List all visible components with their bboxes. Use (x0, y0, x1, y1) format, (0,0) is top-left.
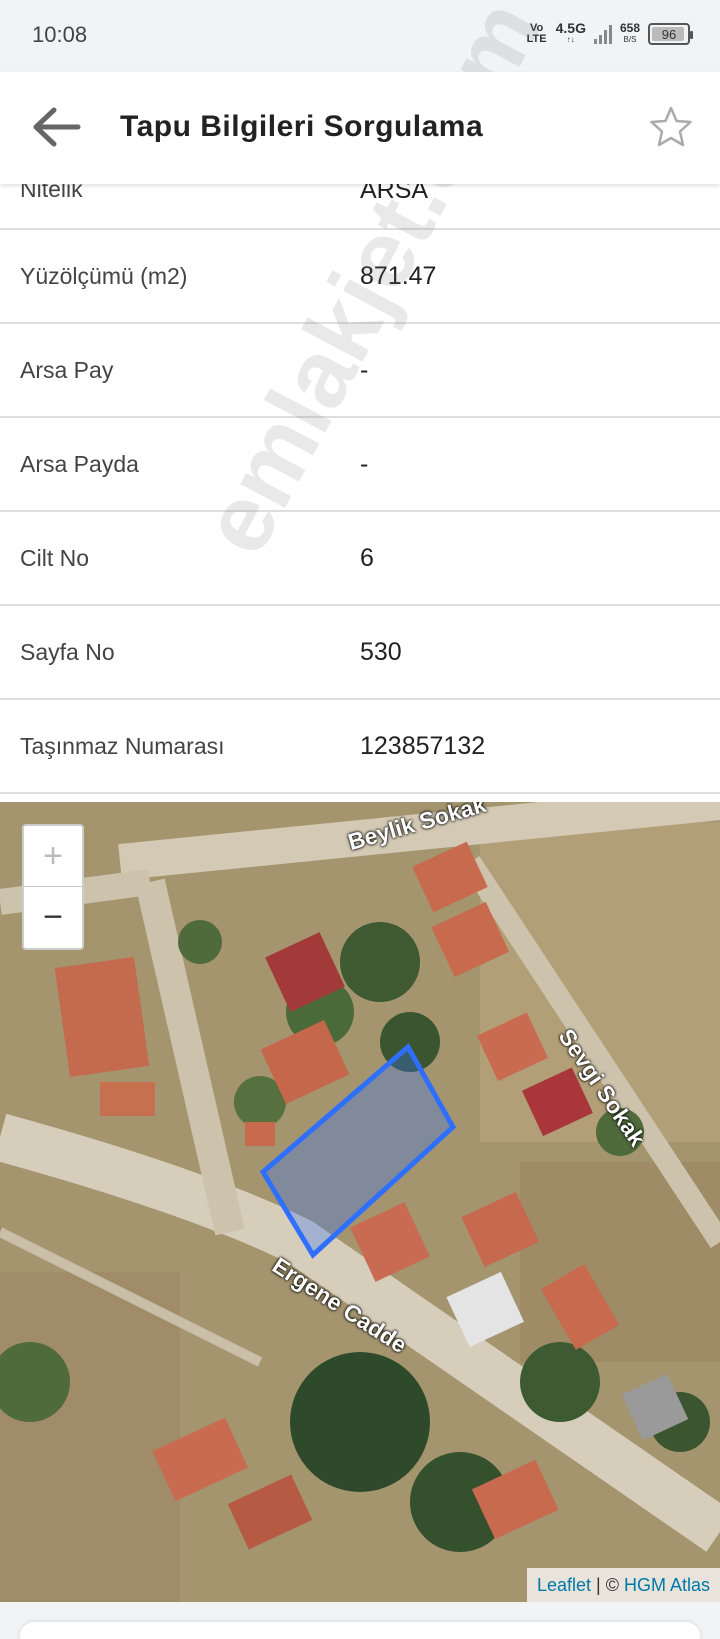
table-row: Cilt No 6 (0, 512, 720, 606)
signal-icon (593, 24, 612, 44)
table-row: Arsa Payda - (0, 418, 720, 512)
zoom-in-button[interactable]: + (24, 826, 82, 887)
zoom-out-button[interactable]: − (24, 887, 82, 948)
zoom-control: + − (22, 824, 84, 950)
row-value: 871.47 (360, 262, 437, 290)
app-bar: Tapu Bilgileri Sorgulama (0, 72, 720, 184)
property-info-table: Nitelik ARSA Yüzölçümü (m2) 871.47 Arsa … (0, 172, 720, 802)
row-label: Yüzölçümü (m2) (20, 263, 188, 289)
row-value: - (360, 450, 369, 478)
bottom-sheet[interactable] (20, 1622, 700, 1639)
row-label: Taşınmaz Numarası (20, 733, 225, 759)
row-value: 123857132 (360, 732, 486, 760)
status-time: 10:08 (32, 22, 88, 47)
volte-indicator: Vo LTE (526, 22, 547, 45)
table-row: Yüzölçümü (m2) 871.47 (0, 230, 720, 324)
row-value: - (360, 356, 369, 384)
network-type: 4.5G ↑↓ (555, 20, 586, 44)
row-value: 530 (360, 638, 402, 666)
table-row: Arsa Pay - (0, 324, 720, 418)
network-speed: 658 B/S (619, 21, 640, 44)
row-label: Sayfa No (20, 639, 115, 665)
arrow-left-icon (33, 107, 81, 147)
favorite-button[interactable] (646, 102, 696, 152)
leaflet-link[interactable]: Leaflet (537, 1575, 591, 1595)
battery-icon: 96 (648, 23, 693, 45)
battery-level: 96 (661, 26, 677, 42)
row-value: 6 (360, 544, 374, 572)
status-indicators: Vo LTE 4.5G ↑↓ 658 B/S 96 (526, 20, 693, 46)
hgm-atlas-link[interactable]: HGM Atlas (624, 1575, 710, 1595)
star-outline-icon (650, 106, 692, 147)
map-view[interactable]: Beylik Sokak Sevgi Sokak Ergene Cadde + … (0, 802, 720, 1602)
row-label: Cilt No (20, 545, 90, 571)
back-button[interactable] (28, 102, 84, 152)
map-attribution: Leaflet | © HGM Atlas (526, 1568, 720, 1602)
satellite-imagery (0, 802, 720, 1602)
attribution-separator: | © (591, 1575, 624, 1595)
table-row: Taşınmaz Numarası 123857132 (0, 700, 720, 794)
page-title: Tapu Bilgileri Sorgulama (120, 110, 484, 143)
status-bar: 10:08 Vo LTE 4.5G ↑↓ 658 B/S 96 (0, 0, 720, 72)
row-label: Arsa Pay (20, 357, 114, 383)
row-label: Arsa Payda (20, 451, 139, 477)
table-row: Sayfa No 530 (0, 606, 720, 700)
